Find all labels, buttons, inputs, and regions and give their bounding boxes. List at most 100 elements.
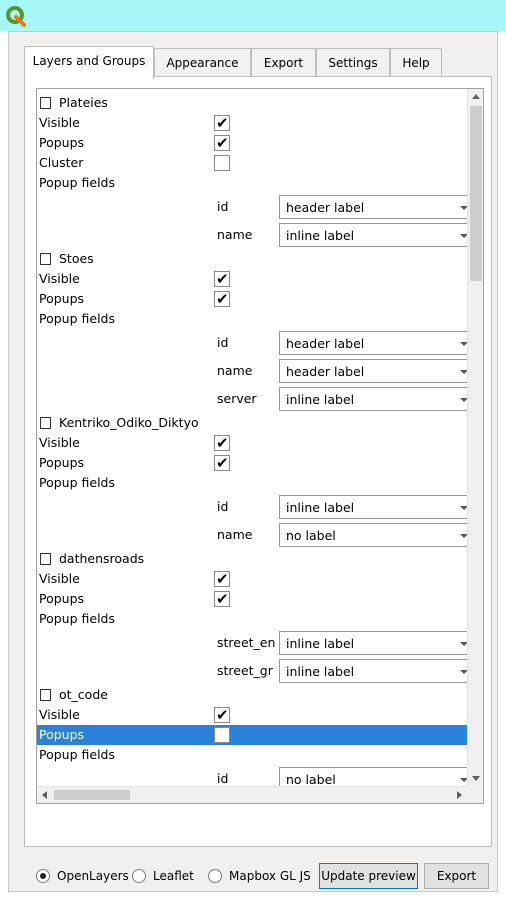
field-label-select[interactable]: header label xyxy=(279,195,467,219)
chevron-down-icon xyxy=(460,642,467,646)
popups-checkbox[interactable] xyxy=(214,589,230,609)
export-dialog-panel: Layers and Groups Appearance Export Sett… xyxy=(8,31,498,892)
field-label-value: inline label xyxy=(286,228,355,243)
vertical-scrollbar[interactable] xyxy=(467,89,483,786)
field-label-select[interactable]: header label xyxy=(279,359,467,383)
popup-field-row: server inline label xyxy=(37,385,467,413)
scroll-up-arrow-icon[interactable] xyxy=(468,89,483,105)
field-label-select[interactable]: inline label xyxy=(279,495,467,519)
visible-checkbox[interactable] xyxy=(214,269,230,289)
field-label-value: inline label xyxy=(286,500,355,515)
popup-field-row: name header label xyxy=(37,357,467,385)
layer-name: Kentriko_Odiko_Diktyo xyxy=(59,415,199,430)
popup-field-row: street_en inline label xyxy=(37,629,467,657)
field-label-select[interactable]: inline label xyxy=(279,659,467,683)
field-label-value: inline label xyxy=(286,636,355,651)
tab-layers-and-groups[interactable]: Layers and Groups xyxy=(24,46,154,79)
chevron-down-icon xyxy=(460,506,467,510)
tab-settings[interactable]: Settings xyxy=(316,48,390,77)
radio-openlayers-label: OpenLayers xyxy=(57,869,129,883)
field-name: id xyxy=(217,335,229,350)
popup-field-row: name inline label xyxy=(37,221,467,249)
update-preview-button[interactable]: Update preview xyxy=(319,863,418,889)
visible-checkbox[interactable] xyxy=(214,113,230,133)
field-label-select[interactable]: header label xyxy=(279,331,467,355)
visible-checkbox[interactable] xyxy=(214,569,230,589)
visible-row-label: Visible xyxy=(39,435,80,450)
radio-mapbox-gl-js[interactable] xyxy=(208,869,222,883)
layers-tree: Plateies Visible Popups Cluster Popup fields… xyxy=(37,89,467,786)
popups-row-label: Popups xyxy=(39,135,85,150)
field-label-select[interactable]: inline label xyxy=(279,223,467,247)
layers-tab-page: Plateies Visible Popups Cluster Popup fields… xyxy=(24,76,492,847)
popups-row: Popups xyxy=(37,589,467,609)
popup-field-row: id inline label xyxy=(37,493,467,521)
popups-checkbox[interactable] xyxy=(214,453,230,473)
layer-name: ot_code xyxy=(59,687,108,702)
layers-scroll-area[interactable]: Plateies Visible Popups Cluster Popup fields… xyxy=(36,88,484,804)
popup-fields-label: Popup fields xyxy=(39,175,115,190)
cluster-row: Cluster xyxy=(37,153,467,173)
field-name: name xyxy=(217,363,253,378)
layer-header: Plateies xyxy=(37,93,467,113)
field-name: name xyxy=(217,527,253,542)
field-label-select[interactable]: inline label xyxy=(279,387,467,411)
layer-name: dathensroads xyxy=(59,551,145,566)
tab-export[interactable]: Export xyxy=(251,48,316,77)
popup-fields-row: Popup fields xyxy=(37,745,467,765)
visible-row-label: Visible xyxy=(39,707,80,722)
scroll-down-arrow-icon[interactable] xyxy=(468,770,483,786)
field-label-select[interactable]: no label xyxy=(279,523,467,547)
popups-row-label: Popups xyxy=(39,591,85,606)
cluster-checkbox[interactable] xyxy=(214,155,230,171)
field-label-value: header label xyxy=(286,364,365,379)
field-label-value: no label xyxy=(286,772,336,786)
visible-row-label: Visible xyxy=(39,271,80,286)
layer-name: Stoes xyxy=(59,251,94,266)
visible-row: Visible xyxy=(37,433,467,453)
popups-checkbox[interactable] xyxy=(214,133,230,153)
field-label-value: header label xyxy=(286,336,365,351)
layer-header: Kentriko_Odiko_Diktyo xyxy=(37,413,467,433)
field-label-value: inline label xyxy=(286,664,355,679)
chevron-down-icon xyxy=(460,206,467,210)
radio-openlayers[interactable] xyxy=(36,869,50,883)
visible-row-label: Visible xyxy=(39,571,80,586)
tab-help[interactable]: Help xyxy=(390,48,442,77)
field-label-value: inline label xyxy=(286,392,355,407)
scroll-right-arrow-icon[interactable] xyxy=(451,787,467,803)
field-label-select[interactable]: no label xyxy=(279,767,467,786)
popups-row: Popups xyxy=(37,133,467,153)
popups-row-label: Popups xyxy=(39,727,85,742)
layer-icon xyxy=(40,253,51,265)
horizontal-scroll-thumb[interactable] xyxy=(54,790,130,800)
popup-fields-label: Popup fields xyxy=(39,475,115,490)
popups-row: Popups xyxy=(37,725,467,745)
visible-checkbox[interactable] xyxy=(214,433,230,453)
title-bar xyxy=(0,0,506,31)
tab-appearance[interactable]: Appearance xyxy=(154,48,251,77)
popups-checkbox[interactable] xyxy=(214,727,230,743)
export-button[interactable]: Export xyxy=(424,863,489,889)
popup-fields-row: Popup fields xyxy=(37,609,467,629)
scroll-left-arrow-icon[interactable] xyxy=(37,787,53,803)
popup-fields-row: Popup fields xyxy=(37,473,467,493)
popups-checkbox[interactable] xyxy=(214,289,230,309)
field-name: street_en xyxy=(217,635,276,650)
visible-checkbox[interactable] xyxy=(214,705,230,725)
field-label-select[interactable]: inline label xyxy=(279,631,467,655)
popups-row: Popups xyxy=(37,289,467,309)
chevron-down-icon xyxy=(460,342,467,346)
popup-fields-label: Popup fields xyxy=(39,747,115,762)
vertical-scroll-thumb[interactable] xyxy=(470,106,482,281)
horizontal-scrollbar[interactable] xyxy=(37,786,467,803)
layer-name: Plateies xyxy=(59,95,108,110)
chevron-down-icon xyxy=(460,234,467,238)
cluster-row-label: Cluster xyxy=(39,155,84,170)
layer-icon xyxy=(40,689,51,701)
popup-field-row: id no label xyxy=(37,765,467,786)
radio-leaflet[interactable] xyxy=(132,869,146,883)
field-name: id xyxy=(217,199,229,214)
popup-field-row: id header label xyxy=(37,193,467,221)
chevron-down-icon xyxy=(460,370,467,374)
